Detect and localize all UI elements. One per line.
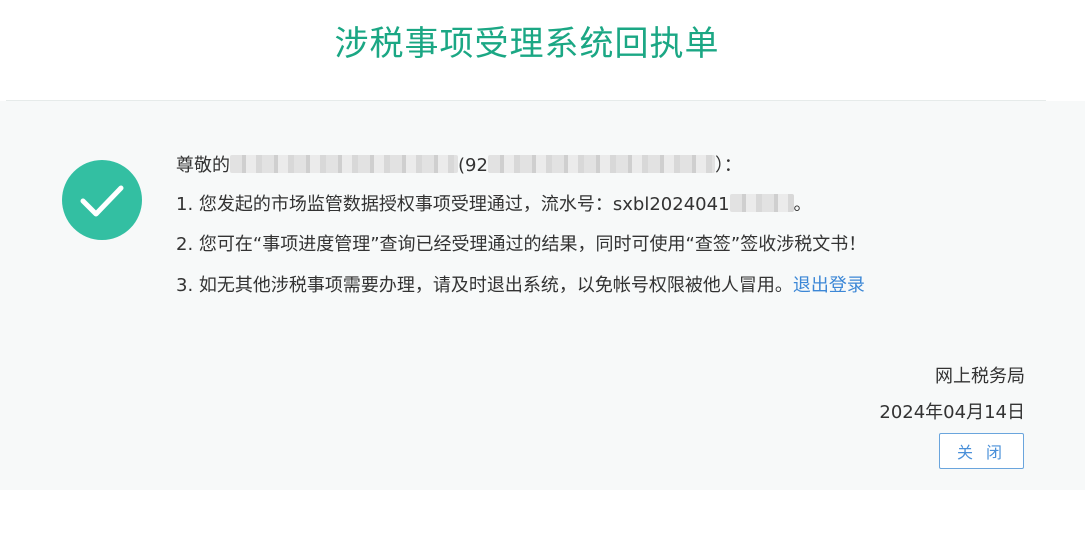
issue-date: 2024年04月14日 <box>879 402 1025 423</box>
receipt-page: 涉税事项受理系统回执单 尊敬的 (92 ）： 1. 您发起的市场监管数据授权事项受理… <box>0 0 1085 549</box>
message-line-3: 3. 如无其他涉税事项需要办理，请及时退出系统，以免帐号权限被他人冒用。退出登录 <box>176 273 865 299</box>
greeting-suffix: ）： <box>714 155 742 176</box>
greeting-prefix: 尊敬的 <box>176 155 230 176</box>
message-line-2-text: 2. 您可在“事项进度管理”查询已经受理通过的结果，同时可使用“查签”签收涉税文… <box>176 234 867 255</box>
logout-link[interactable]: 退出登录 <box>793 275 865 296</box>
issuer-name: 网上税务局 <box>935 366 1025 387</box>
greeting-code-prefix: (92 <box>458 155 488 176</box>
message-line-1: 1. 您发起的市场监管数据授权事项受理通过，流水号：sxbl2024041 。 <box>176 192 812 218</box>
page-title: 涉税事项受理系统回执单 <box>334 24 720 64</box>
redacted-credit-code <box>487 155 715 173</box>
redacted-serial-number <box>729 194 794 212</box>
message-line-3-text: 3. 如无其他涉税事项需要办理，请及时退出系统，以免帐号权限被他人冒用。 <box>176 275 793 296</box>
close-button[interactable]: 关 闭 <box>939 433 1024 469</box>
checkmark-icon <box>80 185 124 217</box>
message-line-2: 2. 您可在“事项进度管理”查询已经受理通过的结果，同时可使用“查签”签收涉税文… <box>176 232 866 258</box>
message-line-1-text: 1. 您发起的市场监管数据授权事项受理通过，流水号：sxbl2024041 <box>176 194 730 215</box>
check-circle-icon <box>62 160 142 240</box>
message-line-1-suffix: 。 <box>793 194 812 215</box>
greeting-line: 尊敬的 (92 ）： <box>176 153 742 179</box>
redacted-taxpayer-name <box>230 155 458 173</box>
receipt-panel: 尊敬的 (92 ）： 1. 您发起的市场监管数据授权事项受理通过，流水号：sxbl2… <box>0 101 1085 490</box>
